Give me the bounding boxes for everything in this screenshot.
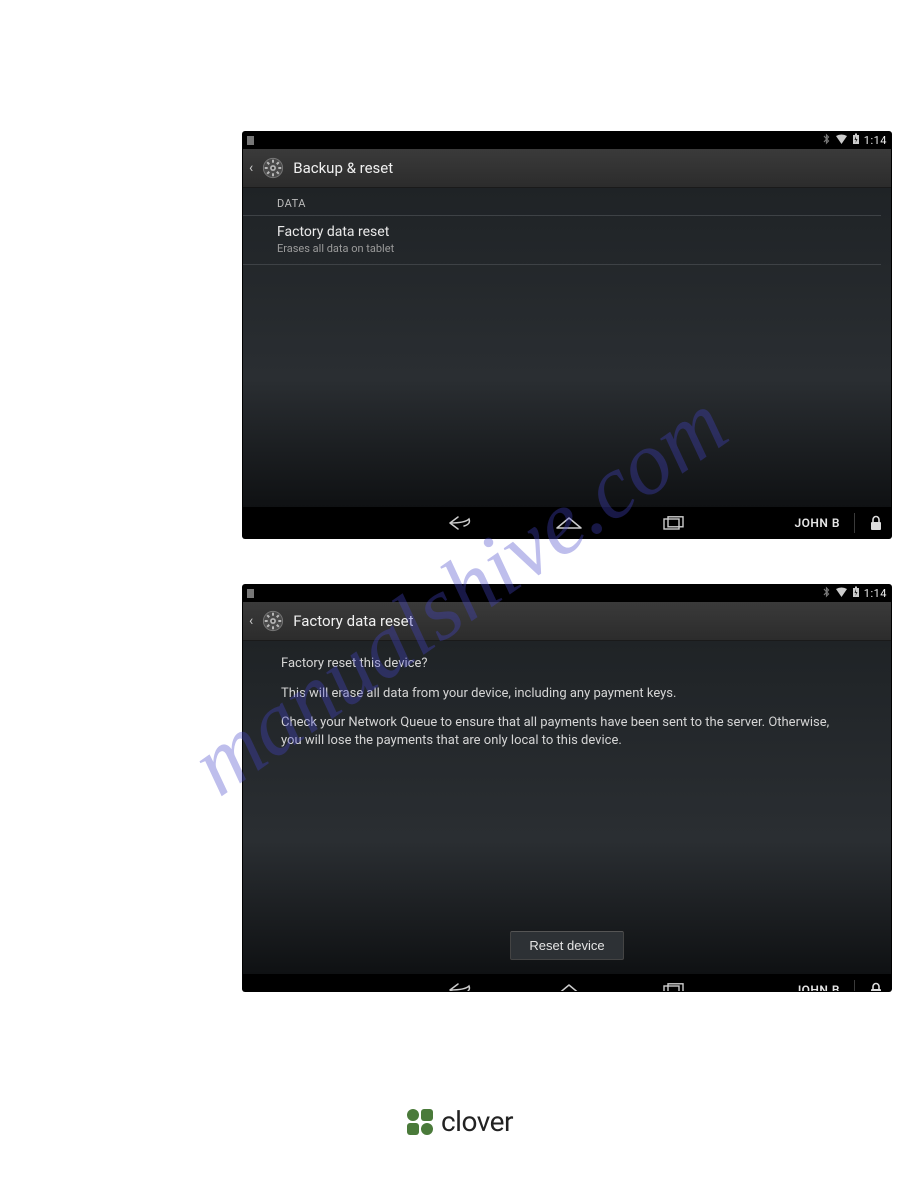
back-icon[interactable]: ‹: [247, 613, 253, 629]
item-secondary-text: Erases all data on tablet: [277, 242, 881, 255]
clover-brand-text: clover: [441, 1105, 513, 1138]
nav-bar: JOHN B: [243, 974, 891, 991]
factory-data-reset-item[interactable]: Factory data reset Erases all data on ta…: [243, 216, 881, 265]
reset-confirm-content: Factory reset this device? This will era…: [243, 641, 891, 974]
status-time: 1:14: [864, 134, 887, 147]
clover-icon: [405, 1107, 435, 1137]
lock-icon[interactable]: [869, 982, 883, 991]
bluetooth-icon: [822, 586, 831, 601]
bluetooth-icon: [822, 133, 831, 148]
battery-icon: [852, 133, 860, 148]
nav-home-icon[interactable]: [555, 516, 583, 530]
action-bar-title: Factory data reset: [293, 612, 413, 630]
nav-back-icon[interactable]: [449, 516, 475, 530]
settings-gear-icon: [261, 609, 285, 633]
nav-bar: JOHN B: [243, 507, 891, 538]
nav-home-icon[interactable]: [555, 983, 583, 991]
action-bar[interactable]: ‹: [243, 149, 891, 188]
wifi-icon: [835, 587, 848, 601]
battery-icon: [852, 586, 860, 601]
reset-question: Factory reset this device?: [281, 655, 853, 673]
status-bar: 1:14: [243, 585, 891, 602]
status-notification-icon: [247, 136, 254, 145]
nav-recents-icon[interactable]: [663, 516, 685, 530]
action-bar-title: Backup & reset: [293, 159, 393, 177]
item-primary-text: Factory data reset: [277, 224, 881, 240]
status-bar: 1:14: [243, 132, 891, 149]
screenshot-factory-reset: 1:14 ‹: [243, 585, 891, 991]
settings-content: DATA Factory data reset Erases all data …: [243, 188, 891, 507]
back-icon[interactable]: ‹: [247, 160, 253, 176]
status-notification-icon: [247, 589, 254, 598]
nav-user-label[interactable]: JOHN B: [794, 980, 855, 991]
screenshot-backup-reset: 1:14 ‹: [243, 132, 891, 538]
reset-warning-2: Check your Network Queue to ensure that …: [281, 714, 853, 749]
action-bar[interactable]: ‹: [243, 602, 891, 641]
nav-user-label[interactable]: JOHN B: [794, 513, 855, 533]
clover-logo: clover: [0, 1105, 918, 1138]
nav-recents-icon[interactable]: [663, 983, 685, 991]
reset-device-button[interactable]: Reset device: [510, 931, 623, 960]
wifi-icon: [835, 134, 848, 148]
lock-icon[interactable]: [869, 515, 883, 531]
reset-warning-1: This will erase all data from your devic…: [281, 685, 853, 703]
settings-gear-icon: [261, 156, 285, 180]
status-time: 1:14: [864, 587, 887, 600]
section-header-data: DATA: [243, 188, 881, 216]
nav-back-icon[interactable]: [449, 983, 475, 991]
